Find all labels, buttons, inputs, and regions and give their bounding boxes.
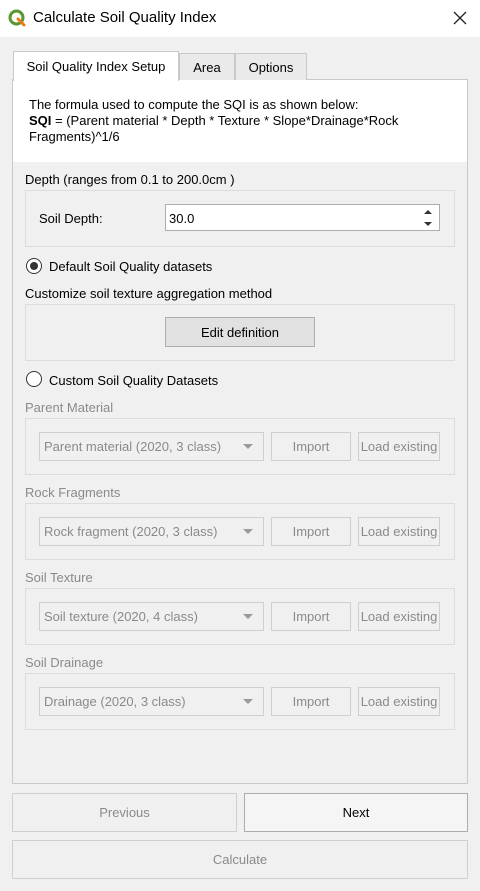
soil-texture-combo[interactable]: Soil texture (2020, 4 class) [39, 602, 264, 631]
custom-datasets-radio[interactable] [26, 371, 42, 387]
parent-material-import-button[interactable]: Import [271, 432, 351, 461]
custom-datasets-label: Custom Soil Quality Datasets [49, 373, 219, 388]
rock-fragments-load-button[interactable]: Load existing [358, 517, 440, 546]
soil-drainage-import-button[interactable]: Import [271, 687, 351, 716]
chevron-down-icon [243, 699, 253, 704]
formula-expression: SQI = (Parent material * Depth * Texture… [29, 113, 398, 128]
spin-up-icon[interactable] [423, 209, 433, 215]
parent-material-label: Parent Material [25, 400, 114, 415]
soil-texture-load-button[interactable]: Load existing [358, 602, 440, 631]
close-icon [453, 11, 467, 25]
soil-depth-spinbox[interactable]: 30.0 [165, 204, 440, 231]
rock-fragments-import-button[interactable]: Import [271, 517, 351, 546]
chevron-down-icon [243, 529, 253, 534]
formula-expression-line1: = (Parent material * Depth * Texture * S… [51, 113, 399, 128]
tab-options[interactable]: Options [235, 53, 307, 80]
soil-drainage-selected: Drainage (2020, 3 class) [44, 694, 186, 709]
calculate-button[interactable]: Calculate [12, 840, 468, 879]
soil-depth-value: 30.0 [169, 211, 195, 226]
chevron-down-icon [243, 614, 253, 619]
soil-drainage-combo[interactable]: Drainage (2020, 3 class) [39, 687, 264, 716]
soil-depth-label: Soil Depth: [39, 211, 103, 226]
parent-material-combo[interactable]: Parent material (2020, 3 class) [39, 432, 264, 461]
edit-definition-button[interactable]: Edit definition [165, 317, 315, 347]
soil-drainage-label: Soil Drainage [25, 655, 104, 670]
rock-fragments-combo[interactable]: Rock fragment (2020, 3 class) [39, 517, 264, 546]
formula-expression-line2: Fragments)^1/6 [29, 129, 120, 144]
window-title: Calculate Soil Quality Index [33, 9, 217, 26]
parent-material-selected: Parent material (2020, 3 class) [44, 439, 222, 454]
formula-intro: The formula used to compute the SQI is a… [29, 97, 359, 112]
rock-fragments-label: Rock Fragments [25, 485, 121, 500]
tab-area[interactable]: Area [179, 53, 235, 80]
close-button[interactable] [444, 3, 476, 33]
previous-button[interactable]: Previous [12, 793, 237, 832]
qgis-logo-icon [8, 9, 26, 27]
rock-fragments-selected: Rock fragment (2020, 3 class) [44, 524, 218, 539]
soil-texture-selected: Soil texture (2020, 4 class) [44, 609, 198, 624]
soil-drainage-load-button[interactable]: Load existing [358, 687, 440, 716]
customize-texture-label: Customize soil texture aggregation metho… [25, 286, 273, 301]
parent-material-load-button[interactable]: Load existing [358, 432, 440, 461]
chevron-down-icon [243, 444, 253, 449]
spin-buttons [417, 205, 439, 231]
next-button[interactable]: Next [244, 793, 468, 832]
default-datasets-label: Default Soil Quality datasets [49, 259, 213, 274]
tab-soil-quality-index-setup[interactable]: Soil Quality Index Setup [13, 51, 179, 81]
formula-name: SQI [29, 113, 52, 128]
soil-texture-label: Soil Texture [25, 570, 93, 585]
spin-down-icon[interactable] [423, 221, 433, 227]
soil-texture-import-button[interactable]: Import [271, 602, 351, 631]
depth-section-label: Depth (ranges from 0.1 to 200.0cm ) [25, 172, 235, 187]
radio-dot [30, 262, 38, 270]
default-datasets-radio[interactable] [26, 258, 42, 274]
